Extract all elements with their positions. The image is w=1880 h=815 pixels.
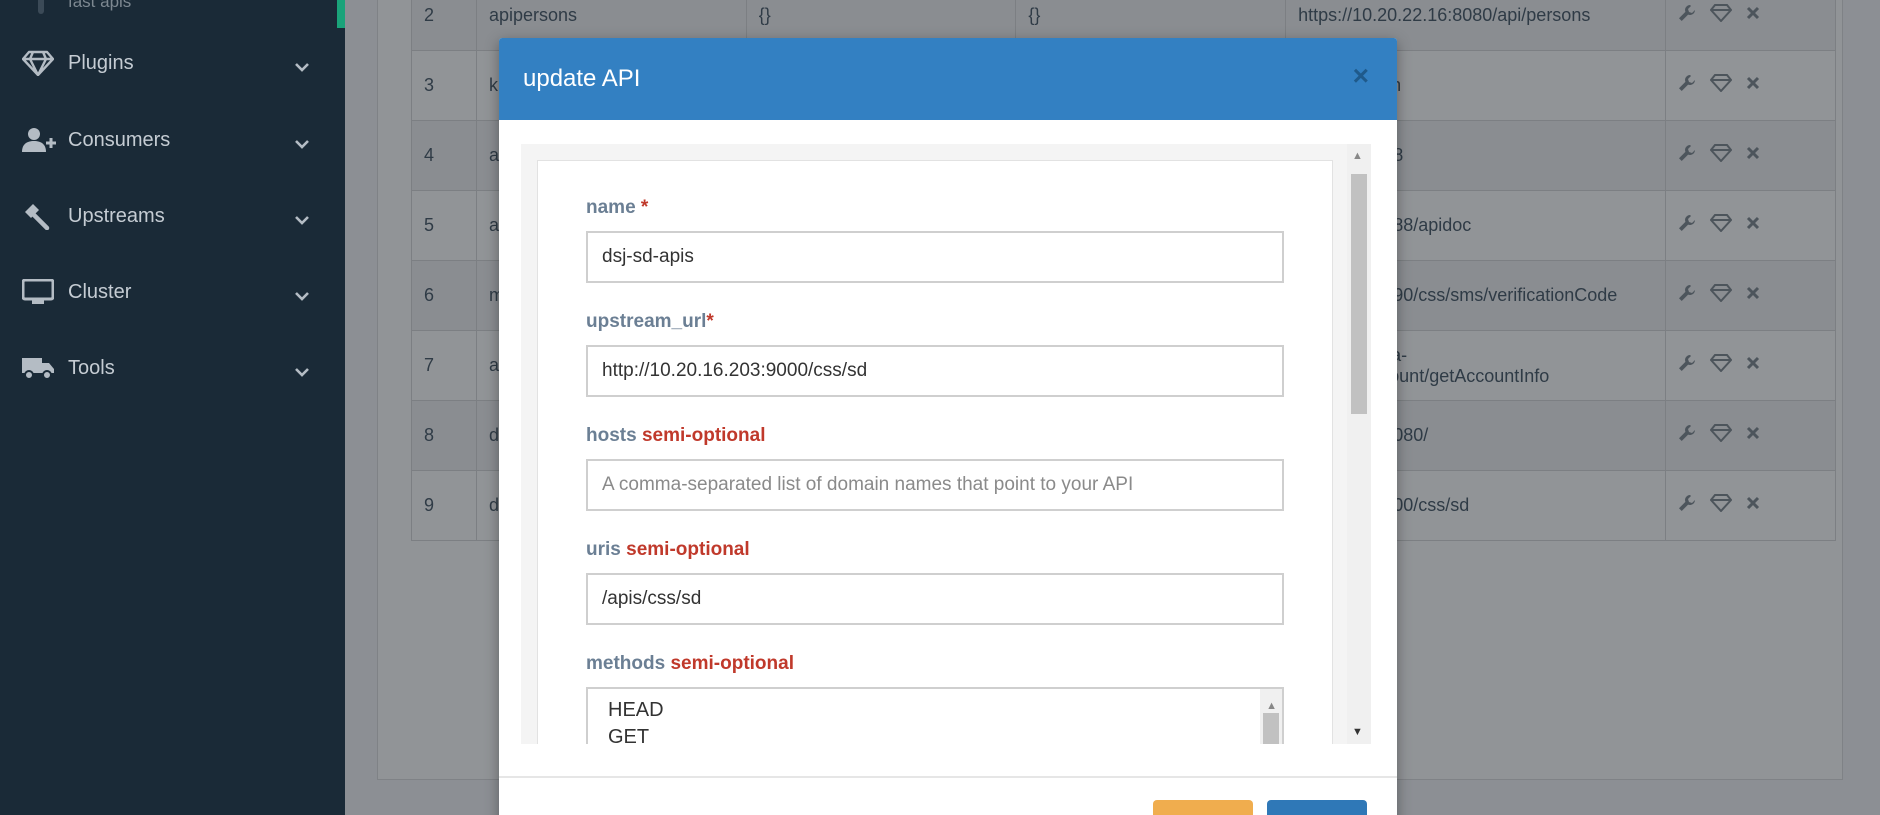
wrench-icon[interactable] (1678, 4, 1696, 27)
diamond-icon[interactable] (1709, 74, 1733, 97)
submit-button[interactable] (1267, 800, 1367, 815)
table-cell-num: 4 (411, 120, 477, 191)
table-cell-num: 7 (411, 330, 477, 401)
close-icon[interactable] (1746, 354, 1760, 377)
scrollbar-thumb[interactable] (1263, 713, 1279, 744)
chevron-down-icon (295, 132, 309, 155)
sidebar-item-label: Tools (68, 356, 115, 379)
methods-option[interactable]: HEAD (608, 697, 1262, 724)
table-cell-actions (1665, 470, 1836, 541)
table-cell-actions (1665, 260, 1836, 331)
table-cell-num: 3 (411, 50, 477, 121)
diamond-icon[interactable] (1709, 214, 1733, 237)
field-label: uris semi-optional (586, 539, 750, 560)
sidebar-item-label: Consumers (68, 128, 171, 151)
field-upstream-url: upstream_url* (586, 311, 1286, 397)
modal-scroll-area[interactable]: name * upstream_url* hosts semi-optional… (521, 144, 1371, 744)
field-label: upstream_url* (586, 311, 714, 332)
close-icon[interactable] (1746, 424, 1760, 447)
table-cell-actions (1665, 190, 1836, 261)
scroll-up-arrow-icon[interactable]: ▲ (1352, 150, 1363, 162)
sidebar-item-tools[interactable]: Tools (0, 338, 345, 398)
table-cell-actions (1665, 50, 1836, 121)
close-icon[interactable] (1746, 4, 1760, 27)
chevron-down-icon (295, 360, 309, 383)
field-uris: uris semi-optional (586, 539, 1286, 625)
table-cell-num: 6 (411, 260, 477, 331)
sidebar-item-upstreams[interactable]: Upstreams (0, 186, 345, 246)
table-cell-num: 2 (411, 0, 477, 51)
sidebar-subitem-fast-apis[interactable]: fast apis (68, 0, 131, 12)
sidebar: fast apis Plugins Consumers Upstreams Cl… (0, 0, 345, 815)
chevron-down-icon (295, 208, 309, 231)
sidebar-item-label: Plugins (68, 51, 134, 74)
update-api-modal: update API × name * upstream_url* hosts … (499, 38, 1397, 815)
tree-connector (38, 0, 44, 14)
table-cell-num: 9 (411, 470, 477, 541)
field-hosts: hosts semi-optional (586, 425, 1286, 511)
wrench-icon[interactable] (1678, 494, 1696, 517)
truck-icon (0, 356, 68, 380)
field-methods: methods semi-optional HEAD GET ▲ (586, 653, 1286, 744)
sidebar-item-cluster[interactable]: Cluster (0, 262, 345, 322)
wrench-icon[interactable] (1678, 424, 1696, 447)
methods-multiselect[interactable]: HEAD GET ▲ (586, 687, 1284, 744)
diamond-icon[interactable] (1709, 284, 1733, 307)
table-cell-num: 5 (411, 190, 477, 261)
uris-input[interactable] (586, 573, 1284, 625)
close-icon[interactable] (1746, 74, 1760, 97)
close-icon[interactable] (1746, 214, 1760, 237)
close-icon[interactable]: × (1353, 60, 1369, 92)
table-cell-actions (1665, 0, 1836, 51)
close-icon[interactable] (1746, 144, 1760, 167)
diamond-icon[interactable] (1709, 354, 1733, 377)
modal-title: update API (523, 65, 641, 92)
gavel-icon (0, 202, 68, 230)
wrench-icon[interactable] (1678, 144, 1696, 167)
diamond-icon[interactable] (1709, 4, 1733, 27)
field-label: name * (586, 197, 649, 218)
wrench-icon[interactable] (1678, 214, 1696, 237)
wrench-icon[interactable] (1678, 74, 1696, 97)
cancel-button[interactable] (1153, 800, 1253, 815)
sidebar-item-label: Cluster (68, 280, 132, 303)
sidebar-item-consumers[interactable]: Consumers (0, 110, 345, 170)
form-card: name * upstream_url* hosts semi-optional… (537, 160, 1333, 744)
upstream-url-input[interactable] (586, 345, 1284, 397)
methods-option[interactable]: GET (608, 724, 1262, 744)
scrollbar-thumb[interactable] (1351, 174, 1367, 414)
table-cell-actions (1665, 120, 1836, 191)
monitor-icon (0, 279, 68, 305)
field-name: name * (586, 197, 1286, 283)
methods-scrollbar[interactable]: ▲ (1260, 689, 1282, 744)
modal-scrollbar[interactable]: ▲ ▼ (1347, 144, 1371, 744)
diamond-icon[interactable] (1709, 424, 1733, 447)
chevron-down-icon (295, 55, 309, 78)
close-icon[interactable] (1746, 284, 1760, 307)
table-cell-num: 8 (411, 400, 477, 471)
active-indicator (337, 0, 345, 28)
sidebar-item-label: Upstreams (68, 204, 165, 227)
diamond-icon[interactable] (1709, 494, 1733, 517)
wrench-icon[interactable] (1678, 284, 1696, 307)
user-plus-icon (0, 127, 68, 153)
scroll-down-arrow-icon[interactable]: ▼ (1352, 726, 1363, 738)
hosts-input[interactable] (586, 459, 1284, 511)
close-icon[interactable] (1746, 494, 1760, 517)
name-input[interactable] (586, 231, 1284, 283)
field-label: methods semi-optional (586, 653, 794, 674)
table-cell-actions (1665, 400, 1836, 471)
sidebar-item-plugins[interactable]: Plugins (0, 33, 345, 93)
chevron-down-icon (295, 284, 309, 307)
diamond-icon (0, 50, 68, 76)
table-cell-actions (1665, 330, 1836, 401)
modal-header: update API × (499, 38, 1397, 120)
diamond-icon[interactable] (1709, 144, 1733, 167)
modal-footer-divider (499, 776, 1397, 778)
field-label: hosts semi-optional (586, 425, 766, 446)
wrench-icon[interactable] (1678, 354, 1696, 377)
